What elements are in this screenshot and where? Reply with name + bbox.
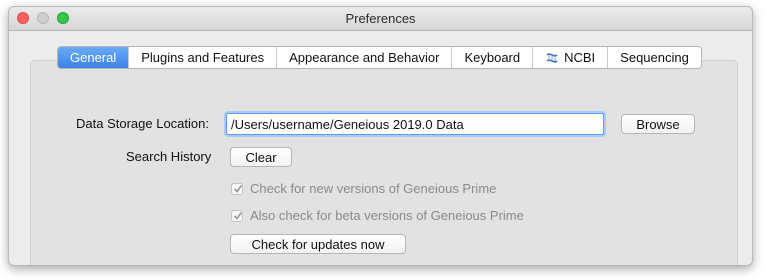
- tab-plugins-and-features[interactable]: Plugins and Features: [129, 47, 278, 68]
- title-bar: Preferences: [9, 7, 752, 31]
- preferences-window: Preferences General Plugins and Features…: [8, 6, 753, 266]
- clear-search-history-button[interactable]: Clear: [230, 147, 292, 167]
- check-beta-versions-label: Also check for beta versions of Geneious…: [250, 208, 524, 223]
- check-beta-versions-row: Also check for beta versions of Geneious…: [231, 208, 524, 223]
- tab-label: Appearance and Behavior: [289, 50, 440, 65]
- tab-appearance-and-behavior[interactable]: Appearance and Behavior: [277, 47, 453, 68]
- tab-label: Plugins and Features: [141, 50, 265, 65]
- tab-sequencing[interactable]: Sequencing: [608, 47, 701, 68]
- browse-button[interactable]: Browse: [621, 114, 695, 134]
- tab-label: General: [70, 50, 117, 65]
- data-storage-label: Data Storage Location:: [76, 116, 209, 131]
- checkmark-icon: [233, 184, 243, 193]
- check-new-versions-checkbox[interactable]: [231, 182, 243, 195]
- tab-label: NCBI: [564, 50, 596, 65]
- window-title: Preferences: [345, 11, 416, 26]
- tab-label: Keyboard: [464, 50, 521, 65]
- tab-keyboard[interactable]: Keyboard: [452, 47, 534, 68]
- check-beta-versions-checkbox[interactable]: [231, 209, 243, 222]
- ncbi-icon: [546, 52, 558, 63]
- tab-ncbi[interactable]: NCBI: [533, 47, 609, 68]
- preferences-tab-bar: General Plugins and Features Appearance …: [57, 46, 702, 69]
- check-new-versions-row: Check for new versions of Geneious Prime: [231, 181, 496, 196]
- checkmark-icon: [233, 211, 243, 220]
- tab-general[interactable]: General: [58, 47, 130, 68]
- check-for-updates-button[interactable]: Check for updates now: [230, 234, 406, 254]
- tab-label: Sequencing: [620, 50, 689, 65]
- search-history-label: Search History: [126, 149, 212, 164]
- data-storage-location-input[interactable]: [226, 113, 604, 135]
- check-new-versions-label: Check for new versions of Geneious Prime: [250, 181, 497, 196]
